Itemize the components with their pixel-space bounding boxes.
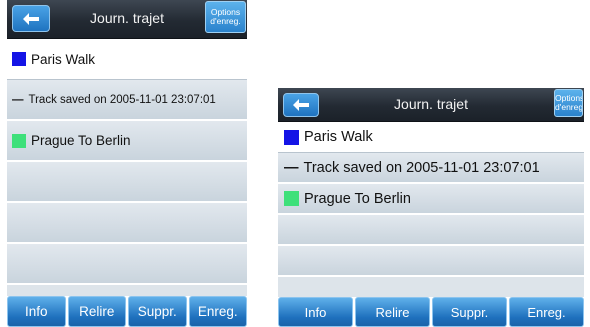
bottom-button-bar: Info Relire Suppr. Enreg. (7, 296, 247, 327)
track-log-screen-wide: Journ. trajet Options d'enreg. Paris Wal… (278, 88, 584, 327)
empty-row (278, 215, 584, 246)
track-row-paris-walk[interactable]: Paris Walk (7, 39, 247, 80)
back-arrow-icon (23, 12, 39, 25)
track-name: Track saved on 2005-11-01 23:07:01 (28, 93, 216, 106)
header-bar: Journ. trajet Options d'enreg. (278, 88, 584, 122)
track-name: Prague To Berlin (304, 190, 411, 207)
track-row-saved[interactable]: — Track saved on 2005-11-01 23:07:01 (7, 80, 247, 121)
track-name: Prague To Berlin (31, 133, 131, 148)
track-name: Paris Walk (304, 129, 373, 145)
back-arrow-icon (293, 99, 309, 111)
replay-button[interactable]: Relire (67, 296, 126, 327)
header-bar: Journ. trajet Options d'enreg. (7, 0, 247, 39)
delete-button[interactable]: Suppr. (432, 297, 507, 327)
track-color-swatch (12, 133, 26, 148)
back-button[interactable] (12, 5, 50, 32)
options-button[interactable]: Options d'enreg. (554, 89, 583, 117)
track-name: Paris Walk (31, 51, 96, 67)
options-label-line2: d'enreg. (555, 102, 583, 112)
info-button[interactable]: Info (7, 296, 66, 327)
empty-row (7, 244, 247, 285)
options-label-line2: d'enreg. (210, 16, 241, 26)
record-button[interactable]: Enreg. (188, 296, 247, 327)
track-row-saved[interactable]: — Track saved on 2005-11-01 23:07:01 (278, 153, 584, 184)
track-color-swatch (12, 52, 26, 66)
back-button[interactable] (283, 93, 319, 117)
options-button[interactable]: Options d'enreg. (205, 1, 246, 33)
track-log-screen-small: Journ. trajet Options d'enreg. Paris Wal… (7, 0, 247, 327)
delete-button[interactable]: Suppr. (128, 296, 187, 327)
track-row-paris-walk[interactable]: Paris Walk (278, 122, 584, 153)
track-row-prague-to-berlin[interactable]: Prague To Berlin (278, 184, 584, 215)
bottom-button-bar: Info Relire Suppr. Enreg. (278, 297, 584, 327)
page-title: Journ. trajet (90, 10, 164, 26)
track-list: Paris Walk — Track saved on 2005-11-01 2… (7, 39, 247, 285)
record-button[interactable]: Enreg. (509, 297, 584, 327)
empty-row (7, 203, 247, 244)
info-button[interactable]: Info (278, 297, 353, 327)
empty-row (278, 246, 584, 277)
dash-icon: — (12, 93, 24, 106)
track-color-swatch (284, 191, 299, 206)
track-color-swatch (284, 129, 299, 145)
page-title: Journ. trajet (394, 96, 468, 112)
dash-icon: — (284, 159, 299, 176)
replay-button[interactable]: Relire (355, 297, 430, 327)
track-row-prague-to-berlin[interactable]: Prague To Berlin (7, 121, 247, 162)
track-list: Paris Walk — Track saved on 2005-11-01 2… (278, 122, 584, 277)
empty-row (7, 162, 247, 203)
track-name: Track saved on 2005-11-01 23:07:01 (303, 159, 540, 176)
